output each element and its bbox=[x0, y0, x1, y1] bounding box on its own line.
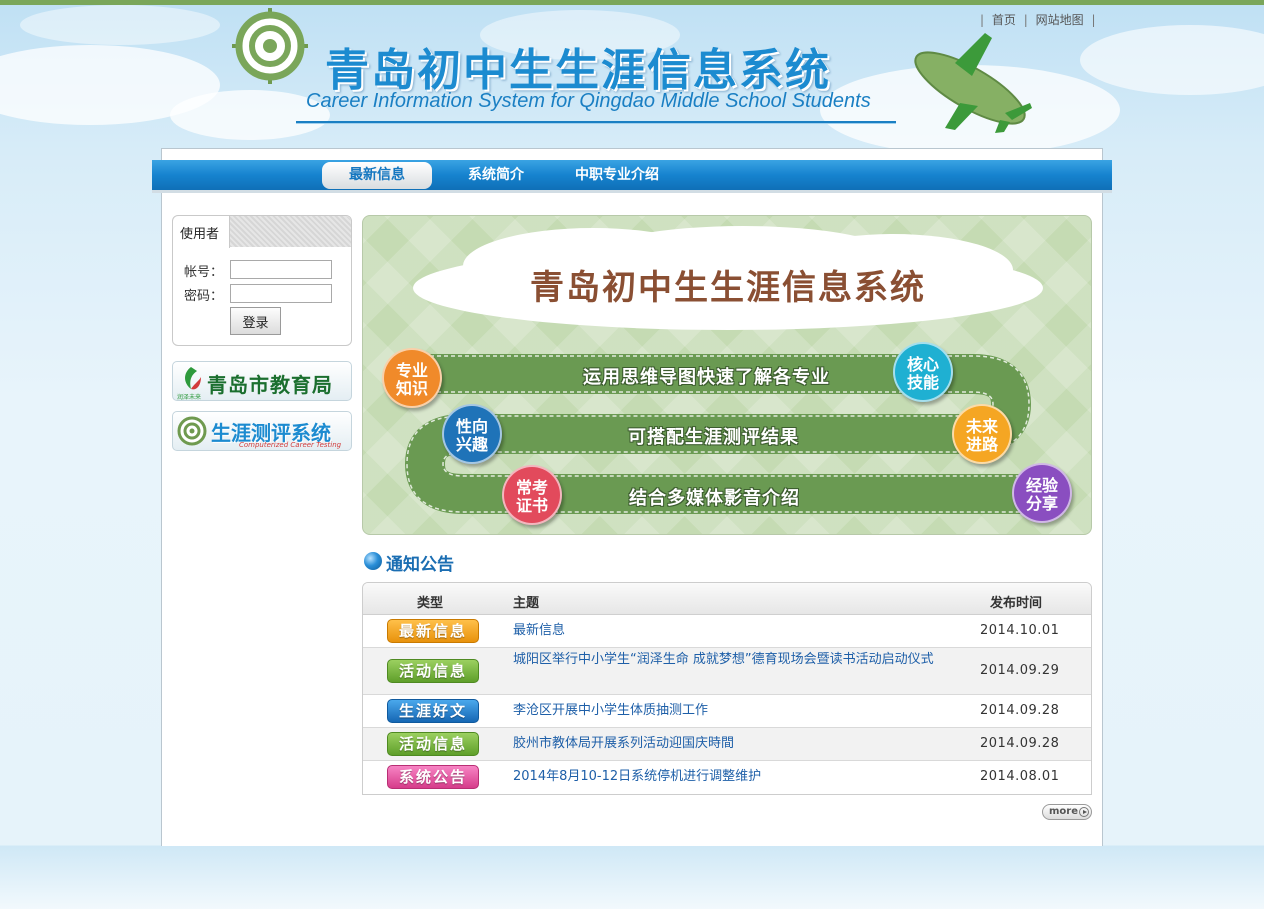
bubble-core-skills: 核心 技能 bbox=[893, 342, 953, 402]
road-text-3: 结合多媒体影音介绍 bbox=[629, 488, 800, 509]
blue-ball-icon bbox=[364, 552, 382, 570]
account-input[interactable] bbox=[230, 260, 332, 279]
table-row: 活动信息 胶州市教体局开展系列活动迎国庆時間 2014.09.28 bbox=[363, 728, 1091, 761]
login-tab-user[interactable]: 使用者 bbox=[173, 216, 230, 248]
bubble-interests: 性向 兴趣 bbox=[442, 404, 502, 464]
target-icon bbox=[177, 416, 207, 446]
notice-heading-label: 通知公告 bbox=[386, 555, 454, 575]
career-testing-banner[interactable]: 生涯测评系统 Computerized Career Testing bbox=[172, 411, 352, 451]
login-button[interactable]: 登录 bbox=[230, 307, 281, 335]
title-underline bbox=[296, 121, 896, 124]
airplane-icon bbox=[914, 33, 1032, 133]
account-label: 帐号： bbox=[184, 265, 224, 280]
notice-date: 2014.09.28 bbox=[980, 736, 1060, 751]
bubble-experience-sharing: 经验 分享 bbox=[1012, 463, 1072, 523]
login-panel: 使用者 帐号： 密码： 登录 bbox=[172, 215, 352, 346]
banner-title: 青岛市教育局 bbox=[207, 373, 333, 397]
link-separator: | bbox=[1023, 13, 1028, 27]
notice-date: 2014.10.01 bbox=[980, 623, 1060, 638]
banner-caption: Computerized Career Testing bbox=[239, 441, 342, 449]
home-link[interactable]: 首页 bbox=[992, 13, 1016, 27]
road-text-1: 运用思维导图快速了解各专业 bbox=[583, 367, 830, 388]
notice-table: 类型 主题 发布时间 最新信息 最新信息 2014.10.01 活动信息 城阳区… bbox=[362, 582, 1092, 795]
bubble-future-paths: 未来 进路 bbox=[952, 404, 1012, 464]
nav-system-intro[interactable]: 系统简介 bbox=[448, 162, 544, 189]
column-type: 类型 bbox=[417, 596, 444, 611]
notice-date: 2014.09.29 bbox=[980, 663, 1060, 678]
hero-banner: 青岛初中生生涯信息系统 运用思维导图快速了解各专业 可搭配生涯测评结果 结合多媒… bbox=[362, 215, 1092, 535]
type-badge[interactable]: 活动信息 bbox=[387, 732, 479, 756]
arrow-right-icon bbox=[1079, 807, 1089, 817]
notice-subject-link[interactable]: 胶州市教体局开展系列活动迎国庆時間 bbox=[513, 733, 734, 755]
notice-subject-link[interactable]: 2014年8月10-12日系统停机进行调整维护 bbox=[513, 766, 761, 788]
more-button[interactable]: more bbox=[1042, 804, 1092, 820]
main-nav: 最新信息 系统简介 中职专业介绍 bbox=[152, 160, 1112, 193]
password-label: 密码： bbox=[184, 289, 224, 304]
sitemap-link[interactable]: 网站地图 bbox=[1036, 13, 1084, 27]
type-badge[interactable]: 生涯好文 bbox=[387, 699, 479, 723]
notice-subject-link[interactable]: 李沧区开展中小学生体质抽测工作 bbox=[513, 700, 708, 722]
column-subject: 主题 bbox=[513, 596, 540, 611]
qingdao-education-bureau-banner[interactable]: 青岛市教育局 润泽未来 bbox=[172, 361, 352, 401]
banner-caption: 润泽未来 bbox=[177, 394, 202, 401]
notice-subject-link[interactable]: 城阳区举行中小学生“润泽生命 成就梦想”德育现场会暨读书活动启动仪式 bbox=[513, 649, 953, 671]
target-logo-icon bbox=[232, 8, 308, 84]
notice-subject-link[interactable]: 最新信息 bbox=[513, 620, 565, 642]
link-separator: | bbox=[1091, 13, 1096, 27]
table-row: 活动信息 城阳区举行中小学生“润泽生命 成就梦想”德育现场会暨读书活动启动仪式 … bbox=[363, 648, 1091, 695]
table-header: 类型 主题 发布时间 bbox=[363, 583, 1091, 615]
top-links: | 首页 | 网站地图 | bbox=[980, 11, 1095, 28]
bubble-major-knowledge: 专业 知识 bbox=[382, 348, 442, 408]
notice-date: 2014.08.01 bbox=[980, 769, 1060, 784]
more-label: more bbox=[1049, 806, 1079, 817]
site-title: 青岛初中生生涯信息系统 bbox=[325, 45, 831, 96]
nav-vocational-majors[interactable]: 中职专业介绍 bbox=[562, 162, 672, 189]
type-badge[interactable]: 最新信息 bbox=[387, 619, 479, 643]
road-text-2: 可搭配生涯测评结果 bbox=[628, 427, 799, 448]
table-row: 最新信息 最新信息 2014.10.01 bbox=[363, 615, 1091, 648]
column-date: 发布时间 bbox=[990, 596, 1043, 611]
password-input[interactable] bbox=[230, 284, 332, 303]
table-row: 生涯好文 李沧区开展中小学生体质抽测工作 2014.09.28 bbox=[363, 695, 1091, 728]
link-separator: | bbox=[980, 13, 985, 27]
notice-date: 2014.09.28 bbox=[980, 703, 1060, 718]
table-row: 系统公告 2014年8月10-12日系统停机进行调整维护 2014.08.01 bbox=[363, 761, 1091, 794]
site-subtitle: Career Information System for Qingdao Mi… bbox=[306, 90, 871, 112]
bubble-certificates: 常考 证书 bbox=[502, 465, 562, 525]
type-badge[interactable]: 系统公告 bbox=[387, 765, 479, 789]
nav-latest-info[interactable]: 最新信息 bbox=[322, 162, 432, 189]
type-badge[interactable]: 活动信息 bbox=[387, 659, 479, 683]
